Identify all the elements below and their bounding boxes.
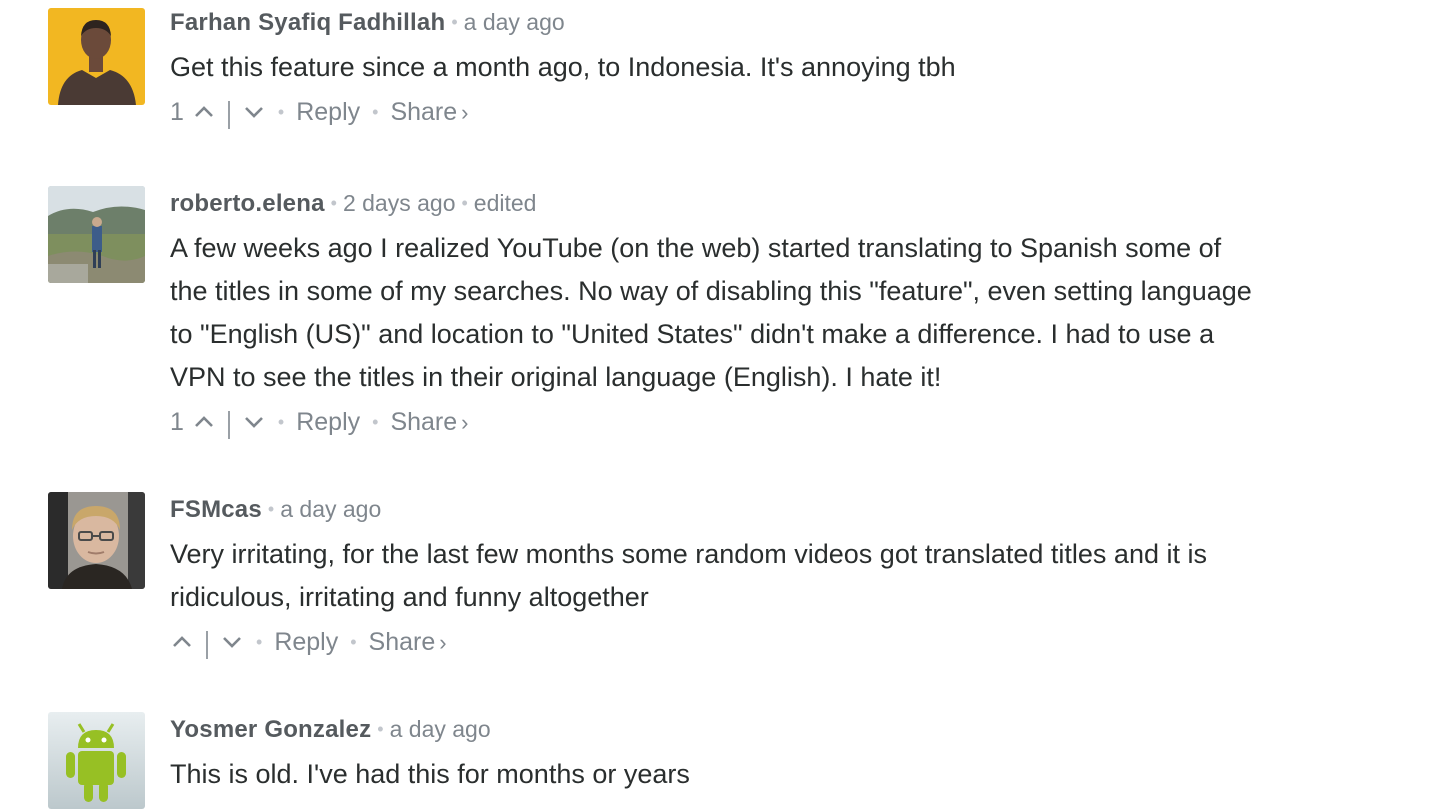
comment-text-line: the titles in some of my searches. No wa…: [170, 276, 1252, 306]
vote-count: 1: [170, 408, 184, 436]
comment-text-line: VPN to see the titles in their original …: [170, 362, 942, 392]
share-label: Share: [390, 407, 458, 436]
chevron-right-icon: ›: [461, 409, 469, 435]
comment-text-line: Very irritating, for the last few months…: [170, 539, 1207, 569]
comment-text-line: ridiculous, irritating and funny altoget…: [170, 582, 649, 612]
avatar[interactable]: [48, 492, 145, 589]
comment-text-line: A few weeks ago I realized YouTube (on t…: [170, 233, 1222, 263]
comment-text-line: to "English (US)" and location to "Unite…: [170, 319, 1215, 349]
separator-dot: •: [461, 193, 468, 213]
share-button[interactable]: Share ›: [390, 95, 468, 130]
comment-text-line: This is old. I've had this for months or…: [170, 759, 690, 789]
upvote-icon[interactable]: [192, 100, 216, 124]
comment-text: This is old. I've had this for months or…: [170, 753, 1410, 796]
comment-actions: 1 • Reply • Share ›: [170, 405, 1410, 439]
comment-header: Farhan Syafiq Fadhillah • a day ago: [170, 6, 1410, 38]
landscape-photo-avatar-icon: [48, 186, 145, 283]
share-label: Share: [368, 627, 436, 656]
author-name[interactable]: FSMcas: [170, 496, 262, 523]
comment-actions: 1 • Reply • Share ›: [170, 95, 1410, 129]
separator-dot: •: [277, 102, 285, 122]
separator-dot: •: [267, 499, 275, 519]
comment-header: FSMcas • a day ago: [170, 493, 1410, 525]
timestamp[interactable]: a day ago: [464, 9, 565, 35]
avatar[interactable]: [48, 186, 145, 283]
vote-divider: [206, 631, 208, 659]
chevron-right-icon: ›: [439, 629, 447, 655]
comment-header: Yosmer Gonzalez • a day ago: [170, 713, 1410, 745]
avatar[interactable]: [48, 712, 145, 809]
timestamp[interactable]: a day ago: [390, 716, 491, 742]
vote-count: 1: [170, 98, 184, 126]
downvote-icon[interactable]: [242, 100, 266, 124]
reply-button[interactable]: Reply: [296, 405, 360, 439]
author-name[interactable]: Farhan Syafiq Fadhillah: [170, 9, 445, 36]
comment-text: Very irritating, for the last few months…: [170, 533, 1410, 619]
chevron-right-icon: ›: [461, 99, 469, 125]
separator-dot: •: [256, 632, 263, 652]
separator-dot: •: [372, 412, 379, 432]
timestamp[interactable]: a day ago: [280, 496, 381, 522]
author-name[interactable]: Yosmer Gonzalez: [170, 716, 371, 743]
comment-header: roberto.elena • 2 days ago • edited: [170, 187, 1410, 219]
face-photo-avatar-icon: [48, 492, 145, 589]
vote-divider: [227, 101, 230, 129]
edited-label: edited: [473, 190, 537, 216]
comment-text: Get this feature since a month ago, to I…: [170, 46, 1410, 89]
comment-text: A few weeks ago I realized YouTube (on t…: [170, 227, 1410, 399]
reply-button[interactable]: Reply: [274, 625, 338, 659]
person-avatar-icon: [48, 8, 145, 105]
share-button[interactable]: Share ›: [369, 625, 447, 660]
vote-divider: [227, 411, 230, 439]
android-robot-avatar-icon: [48, 712, 145, 809]
separator-dot: •: [377, 719, 384, 739]
share-label: Share: [390, 97, 458, 126]
reply-button[interactable]: Reply: [296, 95, 360, 129]
avatar[interactable]: [48, 8, 145, 105]
separator-dot: •: [372, 102, 379, 122]
downvote-icon[interactable]: [242, 410, 266, 434]
timestamp[interactable]: 2 days ago: [343, 190, 456, 216]
downvote-icon[interactable]: [220, 630, 244, 654]
author-name[interactable]: roberto.elena: [170, 190, 325, 217]
comment-text-line: Get this feature since a month ago, to I…: [170, 52, 956, 82]
share-button[interactable]: Share ›: [390, 405, 468, 440]
comment-actions: • Reply • Share ›: [170, 625, 1410, 659]
separator-dot: •: [451, 12, 458, 32]
upvote-icon[interactable]: [170, 630, 194, 654]
upvote-icon[interactable]: [192, 410, 216, 434]
separator-dot: •: [350, 632, 357, 652]
separator-dot: •: [330, 193, 337, 213]
separator-dot: •: [277, 412, 285, 432]
